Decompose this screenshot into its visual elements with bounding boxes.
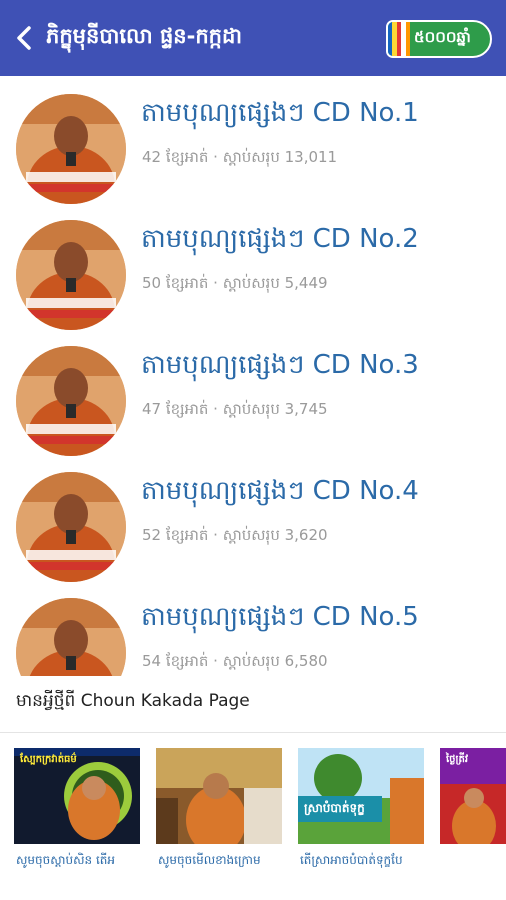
news-section-label: មានអ្វីថ្មីពី Choun Kakada Page (16, 691, 250, 711)
monk-portrait-icon (16, 346, 126, 456)
album-title: តាមបុណ្យផ្សេងៗ CD No.2 (141, 224, 419, 254)
list-item[interactable]: តាមបុណ្យផ្សេងៗ CD No.5 54 ខ្សែអាត់ · ស្ត… (0, 580, 506, 676)
album-meta: 42 ខ្សែអាត់ · ស្តាប់សរុប 13,011 (142, 148, 338, 166)
back-button[interactable] (4, 0, 44, 76)
album-meta: 50 ខ្សែអាត់ · ស្តាប់សរុប 5,449 (142, 274, 328, 292)
news-card-overlay: ស្រាបំបាត់ទុក្ខ (304, 801, 365, 815)
logo-badge[interactable]: ៥០០០ឆ្នាំ (386, 20, 492, 58)
album-meta: 47 ខ្សែអាត់ · ស្តាប់សរុប 3,745 (142, 400, 328, 418)
list-item[interactable]: តាមបុណ្យផ្សេងៗ CD No.3 47 ខ្សែអាត់ · ស្ត… (0, 328, 506, 456)
divider (0, 732, 506, 733)
album-title: តាមបុណ្យផ្សេងៗ CD No.3 (141, 350, 419, 380)
album-thumbnail (16, 598, 126, 676)
album-thumbnail (16, 94, 126, 204)
news-card-image: ស្រាបំបាត់ទុក្ខ (298, 748, 424, 844)
news-card-image: ស្បែកក្រវាត់ធម៌ (14, 748, 140, 844)
album-thumbnail (16, 220, 126, 330)
album-title: តាមបុណ្យផ្សេងៗ CD No.5 (141, 602, 419, 632)
album-meta: 52 ខ្សែអាត់ · ស្តាប់សរុប 3,620 (142, 526, 328, 544)
list-item[interactable]: តាមបុណ្យផ្សេងៗ CD No.4 52 ខ្សែអាត់ · ស្ត… (0, 454, 506, 582)
list-item[interactable]: តាមបុណ្យផ្សេងៗ CD No.1 42 ខ្សែអាត់ · ស្ត… (0, 76, 506, 204)
news-card-caption: សូមចុចស្តាប់សិន តើអ (16, 853, 116, 867)
news-card-caption: សូមចុចមើលខាងក្រោម (158, 853, 261, 867)
news-card-overlay: ថ្ងៃត្រីវ (446, 754, 469, 765)
monk-portrait-icon (16, 94, 126, 204)
album-thumbnail (16, 346, 126, 456)
album-title: តាមបុណ្យផ្សេងៗ CD No.1 (141, 98, 419, 128)
news-strip[interactable]: ស្បែកក្រវាត់ធម៌ សូមចុចស្តាប់សិន តើអ សូមច… (0, 748, 506, 878)
news-card[interactable]: សូមចុចមើលខាងក្រោម (156, 748, 282, 878)
news-card-overlay: ស្បែកក្រវាត់ធម៌ (20, 754, 77, 765)
news-card-image (156, 748, 282, 844)
list-item[interactable]: តាមបុណ្យផ្សេងៗ CD No.2 50 ខ្សែអាត់ · ស្ត… (0, 202, 506, 330)
news-card[interactable]: ស្បែកក្រវាត់ធម៌ សូមចុចស្តាប់សិន តើអ (14, 748, 140, 878)
monk-portrait-icon (16, 472, 126, 582)
news-card[interactable]: ថ្ងៃត្រីវ (440, 748, 506, 878)
logo-text: ៥០០០ឆ្នាំ (414, 28, 471, 46)
album-meta: 54 ខ្សែអាត់ · ស្តាប់សរុប 6,580 (142, 652, 328, 670)
page-title: ភិក្ខុមុនីបាលោ ផ្ទន-កក្កដា (46, 23, 242, 48)
album-thumbnail (16, 472, 126, 582)
back-arrow-icon (17, 26, 31, 50)
news-card-image: ថ្ងៃត្រីវ (440, 748, 506, 844)
app-bar: ភិក្ខុមុនីបាលោ ផ្ទន-កក្កដា ៥០០០ឆ្នាំ (0, 0, 506, 76)
monk-portrait-icon (16, 220, 126, 330)
album-title: តាមបុណ្យផ្សេងៗ CD No.4 (141, 476, 419, 506)
news-card[interactable]: ស្រាបំបាត់ទុក្ខ តើស្រាអាចបំបាត់ទុក្ខបែ (298, 748, 424, 878)
news-card-caption: តើស្រាអាចបំបាត់ទុក្ខបែ (300, 853, 403, 867)
buddhist-flag-icon (388, 22, 411, 56)
monk-portrait-icon (16, 598, 126, 676)
